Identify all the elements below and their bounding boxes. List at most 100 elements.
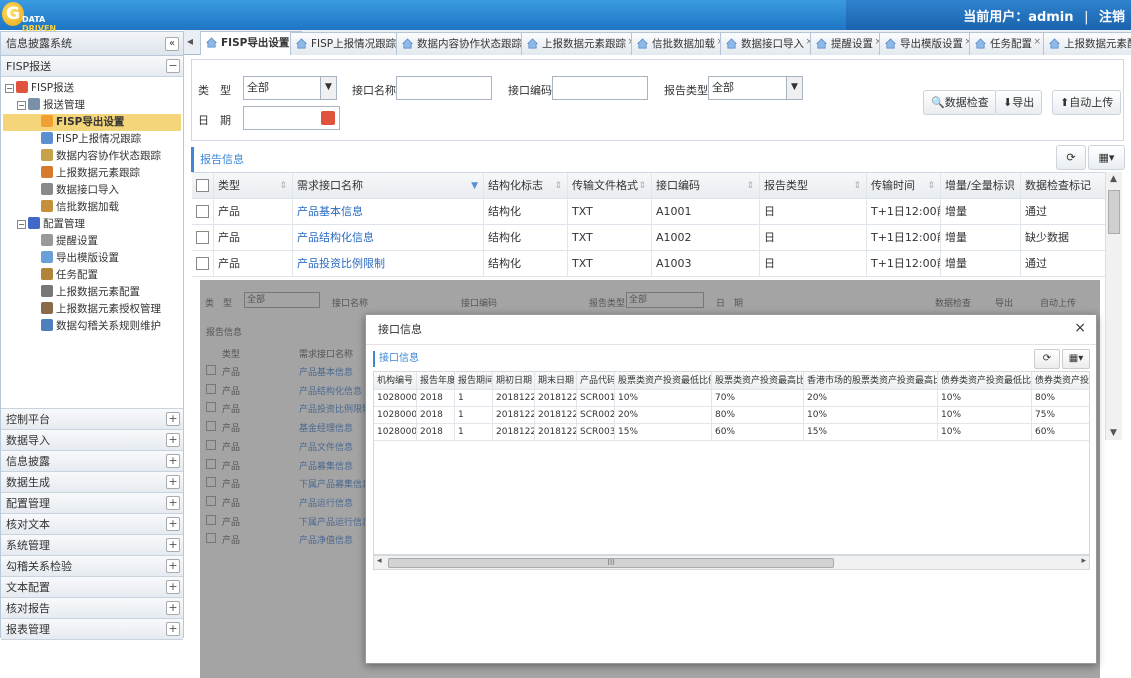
accordion-item-1[interactable]: 数据导入 + — [1, 430, 183, 451]
dialog-column-header[interactable]: 香港市场的股票类资产投资最高比例 — [804, 372, 938, 390]
sort-icon[interactable]: ▼ — [471, 173, 478, 199]
date-input[interactable] — [243, 106, 340, 130]
expand-icon[interactable]: + — [166, 580, 180, 594]
accordion-item-2[interactable]: 信息披露 + — [1, 451, 183, 472]
auto-upload-button[interactable]: ⬆自动上传 — [1052, 90, 1122, 115]
row-checkbox[interactable] — [192, 251, 214, 277]
column-header[interactable]: 需求接口名称 ▼ — [293, 173, 484, 199]
table-cell[interactable]: 产品基本信息 — [293, 199, 484, 225]
sort-icon[interactable]: ⇕ — [554, 173, 562, 199]
dialog-column-header[interactable]: 期末日期 — [535, 372, 577, 390]
scroll-down-icon[interactable]: ▼ — [1110, 428, 1117, 438]
table-cell[interactable]: 产品结构化信息 — [293, 225, 484, 251]
row-checkbox[interactable] — [192, 225, 214, 251]
sidebar-item-0[interactable]: − FISP报送 — [5, 80, 74, 97]
expand-icon[interactable]: + — [166, 538, 180, 552]
accordion-item-7[interactable]: 勾稽关系检验 + — [1, 556, 183, 577]
sidebar-item-3[interactable]: FISP上报情况跟踪 — [41, 131, 141, 148]
table-row[interactable]: 产品 产品投资比例限制 结构化 TXT A1003 日 T+1日12:00前 增量 通过 — [192, 251, 1122, 277]
table-cell[interactable]: 产品投资比例限制 — [293, 251, 484, 277]
tab-0[interactable]: FISP导出设置× — [200, 31, 303, 56]
column-header[interactable]: 类型 ⇕ — [214, 173, 293, 199]
dialog-table-row[interactable]: 10280000201812018122220181222SCR00220%80… — [374, 407, 1089, 424]
dialog-column-header[interactable]: 股票类资产投资最低比例 — [615, 372, 712, 390]
sidebar-item-8[interactable]: − 配置管理 — [17, 216, 85, 233]
tree-toggle-icon[interactable]: − — [5, 84, 14, 93]
export-button[interactable]: ⬇导出 — [995, 90, 1043, 115]
table-row[interactable]: 产品 产品结构化信息 结构化 TXT A1002 日 T+1日12:00前 增量 缺少数据 — [192, 225, 1122, 251]
type-select[interactable]: 全部 ▼ — [243, 76, 337, 100]
expand-icon[interactable]: + — [166, 622, 180, 636]
vertical-scrollbar[interactable]: ▲ ▼ — [1105, 172, 1122, 440]
logout-link[interactable]: 注销 — [1099, 10, 1125, 25]
sidebar-item-11[interactable]: 任务配置 — [41, 267, 98, 284]
sidebar-item-5[interactable]: 上报数据元素跟踪 — [41, 165, 140, 182]
tab-9[interactable]: 上报数据元素配× — [1043, 32, 1131, 55]
column-header[interactable]: 报告类型 ⇕ — [760, 173, 867, 199]
dialog-column-header[interactable]: 债券类资产投资最低比例 — [938, 372, 1032, 390]
expand-icon[interactable]: + — [166, 475, 180, 489]
column-header[interactable]: 接口编码 ⇕ — [652, 173, 760, 199]
sidebar-item-2[interactable]: FISP导出设置 — [3, 114, 181, 131]
column-header[interactable]: 传输文件格式 ⇕ — [568, 173, 652, 199]
sidebar-item-7[interactable]: 信批数据加载 — [41, 199, 119, 216]
refresh-button[interactable]: ⟳ — [1056, 145, 1086, 170]
accordion-item-3[interactable]: 数据生成 + — [1, 472, 183, 493]
tab-4[interactable]: 信批数据加载× — [631, 32, 728, 55]
sidebar-item-12[interactable]: 上报数据元素配置 — [41, 284, 140, 301]
dialog-column-header[interactable]: 机构编号 — [374, 372, 417, 390]
scroll-up-icon[interactable]: ▲ — [1110, 174, 1117, 184]
tab-3[interactable]: 上报数据元素跟踪× — [521, 32, 639, 55]
scroll-left-icon[interactable]: ◂ — [377, 556, 382, 566]
expand-icon[interactable]: + — [166, 454, 180, 468]
columns-button[interactable]: ▦▾ — [1088, 145, 1125, 170]
dialog-table-row[interactable]: 10280000201812018122220181222SCR00110%70… — [374, 390, 1089, 407]
hscroll-thumb[interactable]: III — [388, 558, 834, 568]
tab-7[interactable]: 导出模版设置× — [879, 32, 976, 55]
row-checkbox[interactable] — [192, 199, 214, 225]
data-check-button[interactable]: 🔍数据检查 — [923, 90, 997, 115]
accordion-item-6[interactable]: 系统管理 + — [1, 535, 183, 556]
tab-1[interactable]: FISP上报情况跟踪× — [290, 32, 410, 55]
report-type-select[interactable]: 全部 ▼ — [708, 76, 803, 100]
column-header[interactable]: 结构化标志 ⇕ — [484, 173, 568, 199]
sidebar-item-13[interactable]: 上报数据元素授权管理 — [41, 301, 161, 318]
iface-code-input[interactable] — [552, 76, 648, 100]
tab-scroll-left-button[interactable]: ◂ — [187, 34, 193, 48]
expand-icon[interactable]: + — [166, 517, 180, 531]
sidebar-item-4[interactable]: 数据内容协作状态跟踪 — [41, 148, 161, 165]
accordion-item-5[interactable]: 核对文本 + — [1, 514, 183, 535]
sidebar-item-14[interactable]: 数据勾稽关系规则维护 — [41, 318, 161, 335]
scroll-right-icon[interactable]: ▸ — [1081, 556, 1086, 566]
horizontal-scrollbar[interactable]: ◂ III ▸ — [373, 555, 1090, 570]
scroll-thumb[interactable] — [1108, 190, 1120, 234]
sidebar-item-10[interactable]: 导出模版设置 — [41, 250, 119, 267]
tree-toggle-icon[interactable]: − — [17, 220, 26, 229]
dialog-columns-button[interactable]: ▦▾ — [1062, 349, 1090, 369]
accordion-item-4[interactable]: 配置管理 + — [1, 493, 183, 514]
expand-icon[interactable]: + — [166, 433, 180, 447]
tab-8[interactable]: 任务配置 × — [969, 32, 1045, 55]
dialog-column-header[interactable]: 债券类资产投资 — [1032, 372, 1089, 390]
expand-icon[interactable]: + — [166, 496, 180, 510]
column-header[interactable]: 增量/全量标识 ⇕ — [941, 173, 1021, 199]
dialog-table-row[interactable]: 10280000201812018122220181222SCR00315%60… — [374, 424, 1089, 441]
dialog-column-header[interactable]: 期初日期 — [493, 372, 535, 390]
expand-icon[interactable]: + — [166, 559, 180, 573]
sidebar-item-1[interactable]: − 报送管理 — [17, 97, 85, 114]
tab-6[interactable]: 提醒设置× — [810, 32, 886, 55]
accordion-fisp[interactable]: FISP报送 − — [1, 56, 183, 77]
tab-2[interactable]: 数据内容协作状态跟踪× — [396, 32, 535, 55]
sort-icon[interactable]: ⇕ — [279, 173, 287, 199]
sort-icon[interactable]: ⇕ — [927, 173, 935, 199]
dialog-column-header[interactable]: 股票类资产投资最高比例 — [712, 372, 804, 390]
accordion-item-0[interactable]: 控制平台 + — [1, 409, 183, 430]
accordion-item-9[interactable]: 核对报告 + — [1, 598, 183, 619]
dialog-refresh-button[interactable]: ⟳ — [1034, 349, 1060, 369]
expand-icon[interactable]: + — [166, 601, 180, 615]
tree-toggle-icon[interactable]: − — [17, 101, 26, 110]
sidebar-item-6[interactable]: 数据接口导入 — [41, 182, 119, 199]
dialog-column-header[interactable]: 产品代码 — [577, 372, 615, 390]
tab-5[interactable]: 数据接口导入× — [720, 32, 817, 55]
sidebar-item-9[interactable]: 提醒设置 — [41, 233, 98, 250]
